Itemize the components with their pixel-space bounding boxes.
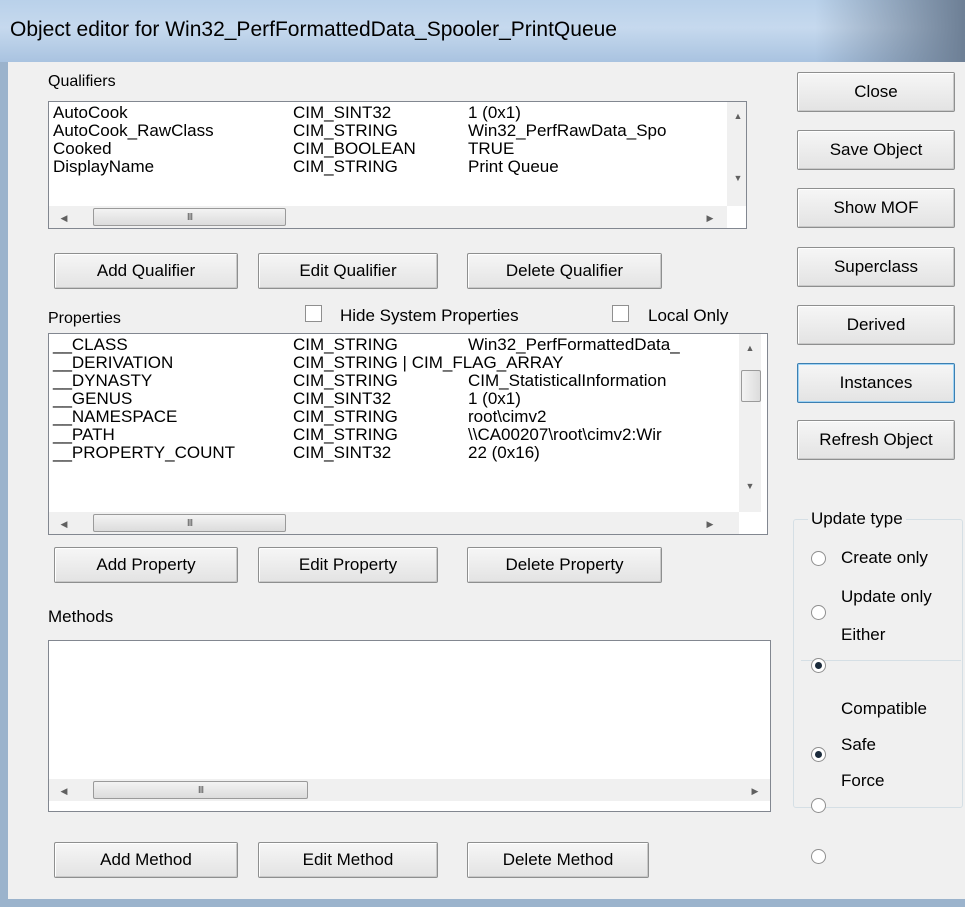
name-cell: __GENUS	[53, 389, 133, 408]
scroll-left-icon[interactable]: ◀	[53, 514, 75, 534]
properties-hscroll-thumb[interactable]: III	[93, 514, 286, 532]
qualifiers-label: Qualifiers	[48, 73, 116, 90]
properties-label: Properties	[48, 310, 121, 327]
compatible-radio[interactable]	[811, 747, 826, 762]
value-cell: TRUE	[468, 139, 515, 158]
hide-system-properties-label: Hide System Properties	[340, 306, 519, 325]
hide-system-properties-checkbox[interactable]	[305, 305, 322, 322]
close-button[interactable]: Close	[797, 72, 955, 112]
type-cell: CIM_STRING	[293, 425, 398, 444]
value-cell: Win32_PerfRawData_Spo	[468, 121, 667, 140]
value-cell: 1 (0x1)	[468, 389, 521, 408]
show-mof-button[interactable]: Show MOF	[797, 188, 955, 228]
create-only-label: Create only	[841, 548, 928, 567]
scroll-down-icon[interactable]: ▼	[739, 476, 761, 496]
window-border-bottom	[0, 899, 965, 907]
scroll-up-icon[interactable]: ▲	[739, 338, 761, 358]
add-property-button[interactable]: Add Property	[54, 547, 238, 583]
edit-qualifier-button[interactable]: Edit Qualifier	[258, 253, 438, 289]
value-cell: 1 (0x1)	[468, 103, 521, 122]
properties-list[interactable]: __CLASS CIM_STRING Win32_PerfFormattedData…	[48, 333, 768, 535]
instances-button[interactable]: Instances	[797, 363, 955, 403]
type-cell: CIM_STRING	[293, 407, 398, 426]
edit-property-button[interactable]: Edit Property	[258, 547, 438, 583]
window-title: Object editor for Win32_PerfFormattedDat…	[10, 18, 617, 41]
delete-method-button[interactable]: Delete Method	[467, 842, 649, 878]
either-radio[interactable]	[811, 658, 826, 673]
name-cell: Cooked	[53, 139, 112, 158]
value-cell: \\CA00207\root\cimv2:Wir	[468, 425, 662, 444]
safe-label: Safe	[841, 735, 876, 754]
local-only-label: Local Only	[648, 306, 729, 325]
name-cell: __DYNASTY	[53, 371, 153, 390]
update-only-label: Update only	[841, 587, 932, 606]
methods-hscroll-thumb[interactable]: III	[93, 781, 308, 799]
scroll-down-icon[interactable]: ▼	[727, 168, 746, 188]
properties-vscroll[interactable]: ▲ ▼	[739, 334, 761, 512]
scroll-right-icon[interactable]: ▶	[744, 781, 766, 801]
derived-button[interactable]: Derived	[797, 305, 955, 345]
methods-list[interactable]: ◀ III ▶	[48, 640, 771, 812]
save-object-button[interactable]: Save Object	[797, 130, 955, 170]
scroll-right-icon[interactable]: ▶	[699, 208, 721, 228]
name-cell: AutoCook_RawClass	[53, 121, 214, 140]
name-cell: DisplayName	[53, 157, 155, 176]
either-label: Either	[841, 625, 886, 644]
window-border-left	[0, 62, 8, 907]
safe-radio[interactable]	[811, 798, 826, 813]
name-cell: __PATH	[53, 425, 115, 444]
methods-label: Methods	[48, 607, 114, 626]
name-cell: __CLASS	[53, 335, 128, 354]
type-cell: CIM_STRING | CIM_FLAG_ARRAY	[293, 353, 564, 372]
type-cell: CIM_STRING	[293, 371, 398, 390]
local-only-checkbox[interactable]	[612, 305, 629, 322]
type-cell: CIM_SINT32	[293, 443, 392, 462]
edit-method-button[interactable]: Edit Method	[258, 842, 438, 878]
qualifiers-hscroll-thumb[interactable]: III	[93, 208, 286, 226]
update-type-label: Update type	[808, 509, 906, 529]
scroll-left-icon[interactable]: ◀	[53, 781, 75, 801]
value-cell: Win32_PerfFormattedData_	[468, 335, 680, 354]
force-radio[interactable]	[811, 849, 826, 864]
add-method-button[interactable]: Add Method	[54, 842, 238, 878]
name-cell: __DERIVATION	[53, 353, 174, 372]
refresh-object-button[interactable]: Refresh Object	[797, 420, 955, 460]
create-only-radio[interactable]	[811, 551, 826, 566]
add-qualifier-button[interactable]: Add Qualifier	[54, 253, 238, 289]
value-cell: 22 (0x16)	[468, 443, 540, 462]
value-cell: Print Queue	[468, 157, 559, 176]
value-cell: root\cimv2	[468, 407, 547, 426]
superclass-button[interactable]: Superclass	[797, 247, 955, 287]
update-only-radio[interactable]	[811, 605, 826, 620]
type-cell: CIM_BOOLEAN	[293, 139, 416, 158]
qualifiers-hscroll[interactable]: ◀ III ▶	[49, 206, 727, 228]
delete-property-button[interactable]: Delete Property	[467, 547, 662, 583]
type-cell: CIM_STRING	[293, 157, 398, 176]
qualifiers-list[interactable]: AutoCook CIM_SINT32 1 (0x1) AutoCook_RawCla…	[48, 101, 747, 229]
scroll-right-icon[interactable]: ▶	[699, 514, 721, 534]
type-cell: CIM_SINT32	[293, 103, 392, 122]
compatible-label: Compatible	[841, 699, 927, 718]
type-cell: CIM_STRING	[293, 121, 398, 140]
value-cell: CIM_StatisticalInformation	[468, 371, 667, 390]
name-cell: __NAMESPACE	[53, 407, 178, 426]
qualifiers-vscroll[interactable]: ▲ ▼	[727, 102, 746, 206]
scroll-up-icon[interactable]: ▲	[727, 106, 746, 126]
properties-vscroll-thumb[interactable]	[741, 370, 761, 402]
type-cell: CIM_STRING	[293, 335, 398, 354]
delete-qualifier-button[interactable]: Delete Qualifier	[467, 253, 662, 289]
type-cell: CIM_SINT32	[293, 389, 392, 408]
name-cell: AutoCook	[53, 103, 128, 122]
scroll-left-icon[interactable]: ◀	[53, 208, 75, 228]
properties-hscroll[interactable]: ◀ III ▶	[49, 512, 739, 534]
methods-hscroll[interactable]: ◀ III ▶	[49, 779, 770, 801]
name-cell: __PROPERTY_COUNT	[53, 443, 236, 462]
force-label: Force	[841, 771, 885, 790]
